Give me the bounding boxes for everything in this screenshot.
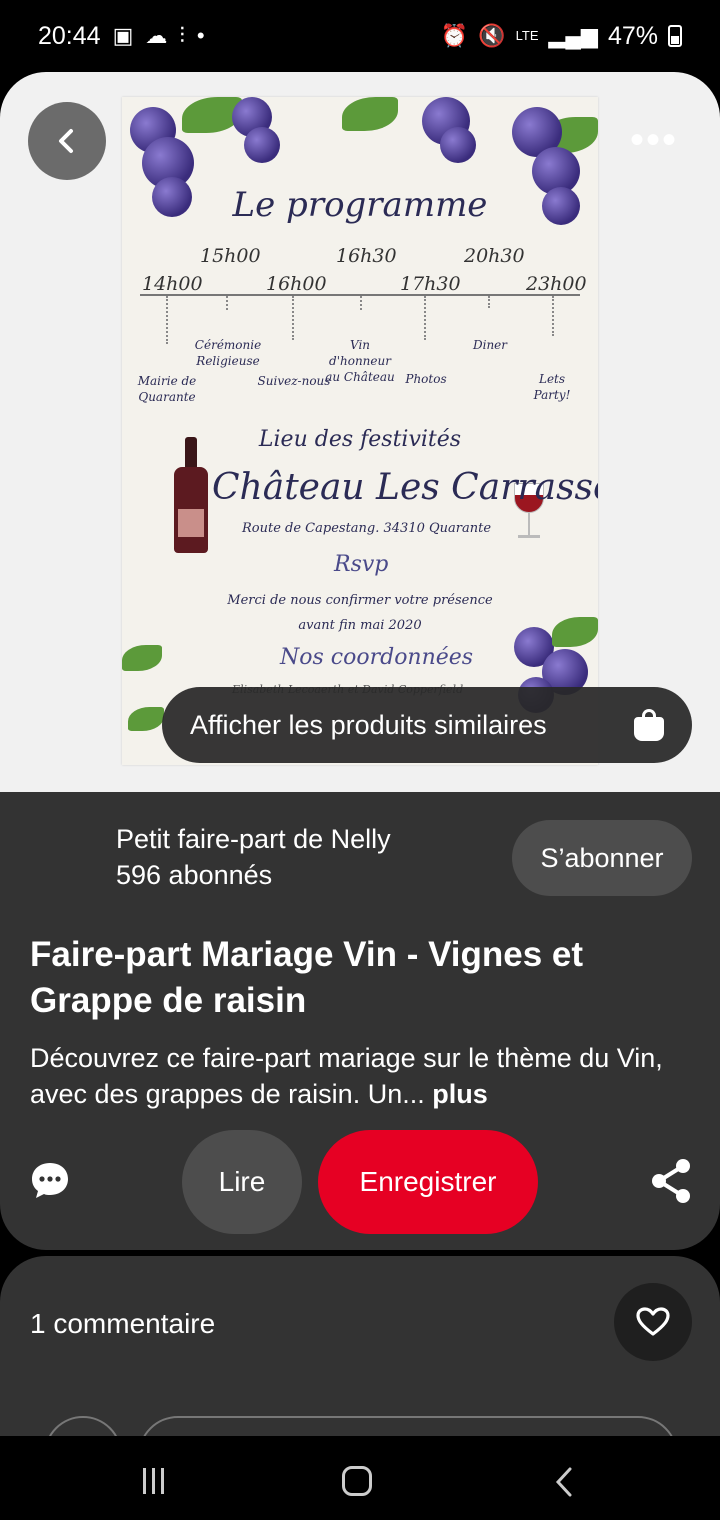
comment-bubble-icon — [32, 1163, 68, 1198]
invitation-venue-name: Château Les Carrasses — [212, 467, 598, 508]
leaf-decoration — [552, 617, 598, 647]
alarm-icon: ⏰ — [440, 23, 469, 48]
creator-name[interactable]: Petit faire-part de Nelly — [116, 824, 391, 855]
invitation-rsvp: Rsvp — [334, 552, 389, 577]
event-label: Lets Party! — [533, 372, 571, 403]
event-label: Cérémonie Religieuse — [194, 338, 262, 369]
event-label: Diner — [472, 338, 508, 352]
home-button[interactable] — [342, 1466, 372, 1496]
timeline-tick — [424, 296, 426, 340]
time-label: 23h00 — [526, 273, 587, 295]
shopping-bag-icon — [634, 709, 664, 741]
chevron-left-icon — [59, 129, 73, 153]
time-label: 16h00 — [266, 273, 327, 295]
similar-products-label: Afficher les produits similaires — [190, 709, 547, 740]
timeline-tick — [360, 296, 362, 310]
like-button[interactable] — [614, 1283, 692, 1361]
battery-percent: 47% — [607, 21, 658, 50]
creator-followers: 596 abonnés — [116, 860, 273, 890]
timeline-tick — [166, 296, 168, 344]
invitation-title: Le programme — [232, 185, 488, 225]
share-icon — [652, 1159, 690, 1203]
event-label: Mairie de Quarante — [137, 374, 197, 405]
timeline-tick — [552, 296, 554, 336]
pin-description: Découvrez ce faire-part mariage sur le t… — [30, 1040, 690, 1112]
comment-button[interactable] — [30, 1160, 70, 1200]
invitation-contact-title: Nos coordonnées — [280, 645, 474, 670]
gallery-notification-icon: ▣ — [112, 23, 134, 48]
cloud-notification-icon: ☁ — [145, 23, 168, 48]
follow-button[interactable]: S’abonner — [512, 820, 692, 896]
time-label: 15h00 — [200, 245, 261, 267]
mute-icon: 🔇 — [478, 23, 506, 48]
back-button[interactable] — [28, 102, 106, 180]
battery-icon — [668, 25, 682, 47]
signal-notification-icon: ⫶ — [179, 23, 185, 48]
time-label: 16h30 — [336, 245, 397, 267]
invitation-address: Route de Capestang. 34310 Quarante — [242, 521, 492, 536]
share-button[interactable] — [650, 1158, 692, 1204]
heart-icon — [636, 1307, 670, 1336]
more-options-button[interactable]: ••• — [630, 120, 678, 160]
pin-image-card: ••• Le programme 15h00 16h30 20h30 14h00… — [0, 72, 720, 792]
leaf-decoration — [342, 97, 398, 131]
pin-description-text: Découvrez ce faire-part mariage sur le t… — [30, 1043, 663, 1109]
grape-decoration — [440, 127, 476, 163]
nav-back-button[interactable] — [554, 1466, 574, 1503]
status-time: 20:44 — [38, 21, 101, 50]
event-label: Photos — [405, 372, 447, 386]
time-label: 14h00 — [142, 273, 203, 295]
comments-count[interactable]: 1 commentaire — [30, 1308, 215, 1340]
leaf-decoration — [122, 645, 162, 671]
read-button[interactable]: Lire — [182, 1130, 302, 1234]
system-navigation-bar — [0, 1436, 720, 1520]
recent-apps-button[interactable] — [143, 1468, 169, 1494]
more-link[interactable]: plus — [432, 1079, 488, 1109]
time-label: 20h30 — [464, 245, 525, 267]
pin-info-section: Petit faire-part de Nelly 596 abonnés S’… — [0, 792, 720, 1250]
signal-strength-icon: ▂▄▆ — [548, 23, 598, 48]
save-button[interactable]: Enregistrer — [318, 1130, 538, 1234]
invitation-venue-title: Lieu des festivités — [258, 427, 462, 452]
wine-bottle-illustration — [174, 437, 208, 553]
rsvp-line: Merci de nous confirmer votre présence — [227, 593, 493, 608]
action-bar: Lire Enregistrer — [0, 1130, 720, 1234]
back-arrow-icon — [555, 1467, 572, 1497]
network-type: LTE — [515, 28, 539, 43]
pin-title: Faire-part Mariage Vin - Vignes et Grapp… — [30, 935, 584, 1020]
comments-section: 1 commentaire — [0, 1256, 720, 1496]
timeline-tick — [292, 296, 294, 340]
more-horizontal-icon: ••• — [629, 118, 678, 162]
status-bar: 20:44 ▣ ☁ ⫶ • ⏰ 🔇 LTE ▂▄▆ 47% — [0, 0, 720, 72]
timeline-tick — [226, 296, 228, 310]
grape-decoration — [244, 127, 280, 163]
leaf-decoration — [128, 707, 164, 731]
timeline-tick — [488, 296, 490, 308]
invitation-image[interactable]: Le programme 15h00 16h30 20h30 14h00 16h… — [122, 97, 598, 765]
dot-notification-icon: • — [196, 23, 205, 48]
similar-products-button[interactable]: Afficher les produits similaires — [162, 687, 692, 763]
time-label: 17h30 — [400, 273, 461, 295]
